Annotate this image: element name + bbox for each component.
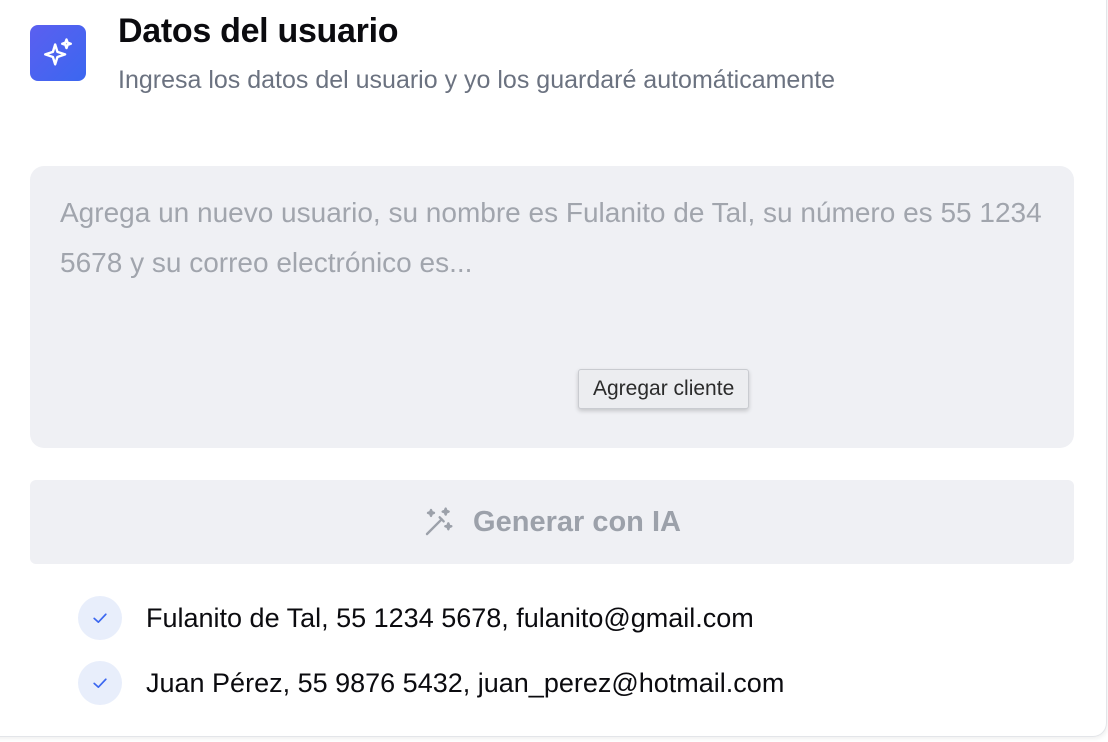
- user-entry-text: Juan Pérez, 55 9876 5432, juan_perez@hot…: [146, 667, 785, 698]
- generate-button-label: Generar con IA: [473, 505, 681, 538]
- list-item: Fulanito de Tal, 55 1234 5678, fulanito@…: [78, 596, 754, 640]
- generate-with-ai-button[interactable]: Generar con IA: [30, 480, 1074, 564]
- page-title: Datos del usuario: [118, 12, 399, 50]
- page-subtitle: Ingresa los datos del usuario y yo los g…: [118, 66, 836, 94]
- add-client-tooltip: Agregar cliente: [578, 369, 750, 409]
- user-entry-text: Fulanito de Tal, 55 1234 5678, fulanito@…: [146, 602, 754, 633]
- user-input-panel: [30, 166, 1074, 448]
- sparkles-icon: [30, 25, 86, 81]
- user-description-input[interactable]: [60, 188, 1050, 328]
- check-icon: [78, 661, 122, 705]
- check-icon: [78, 596, 122, 640]
- magic-wand-icon: [423, 506, 455, 538]
- list-item: Juan Pérez, 55 9876 5432, juan_perez@hot…: [78, 661, 784, 705]
